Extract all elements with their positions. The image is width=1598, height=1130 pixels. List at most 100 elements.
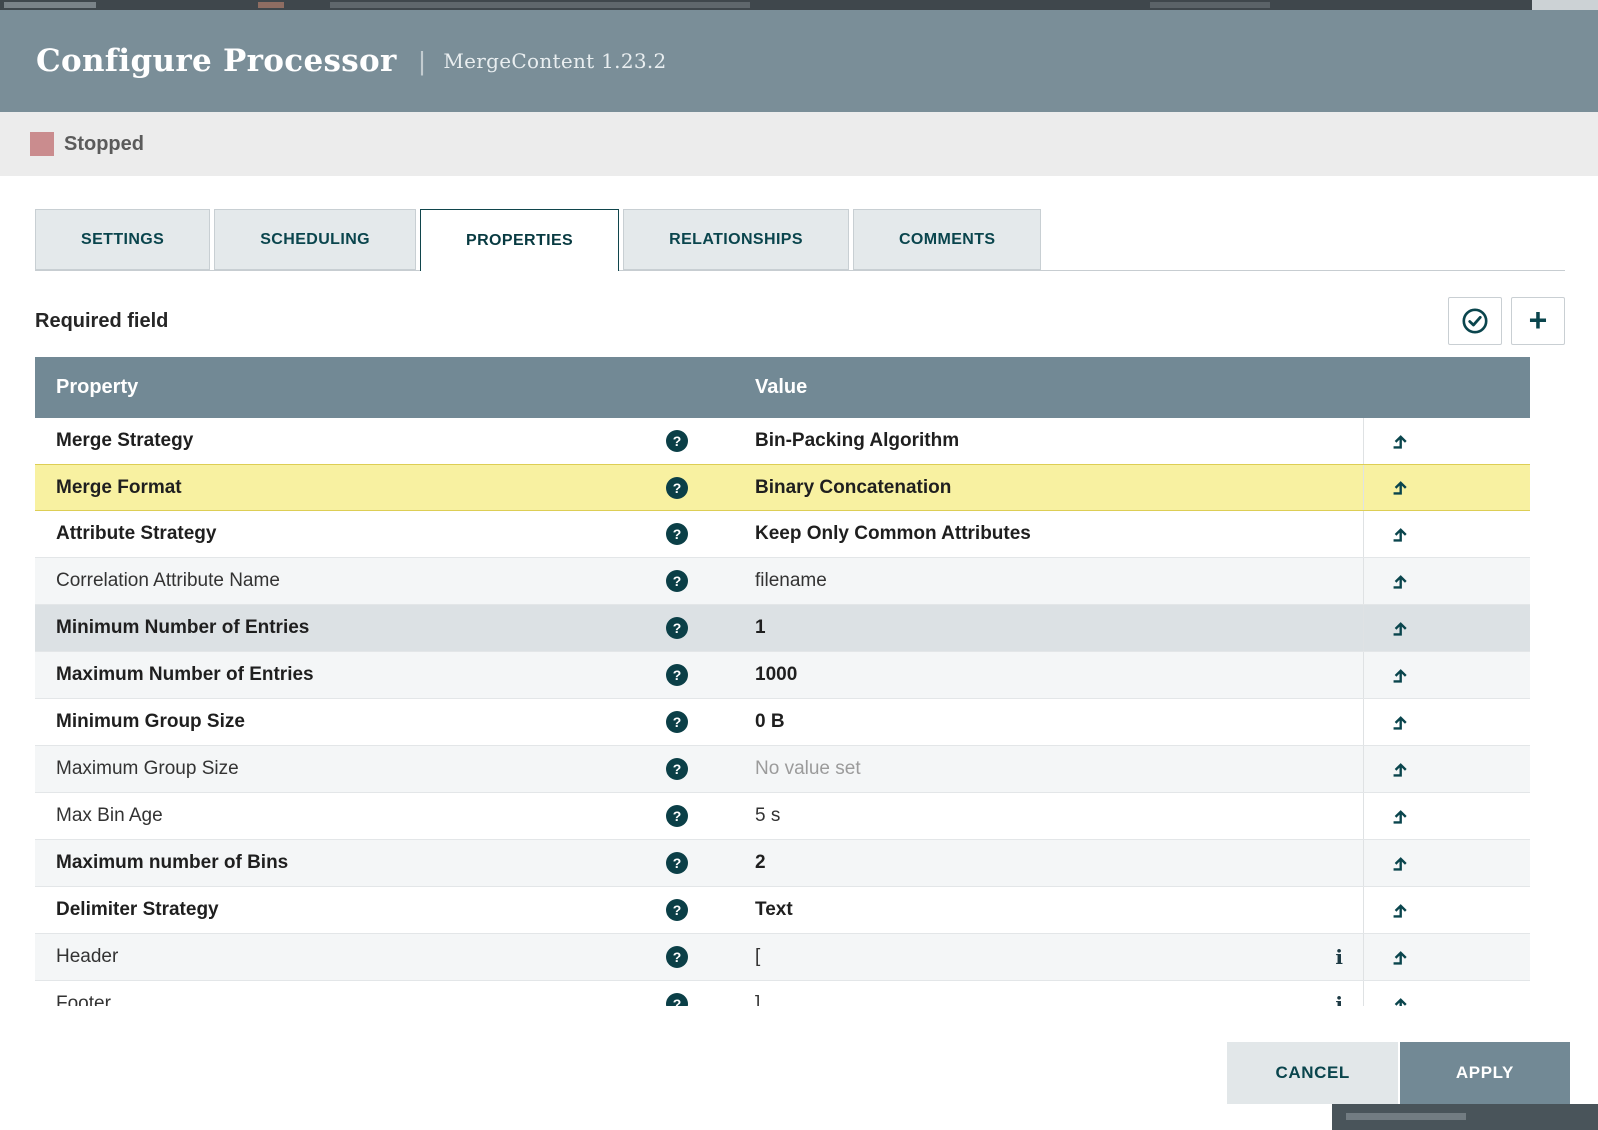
convert-to-parameter-button[interactable]	[1363, 699, 1530, 745]
help-icon[interactable]: ?	[666, 523, 688, 545]
property-name: Merge Format	[56, 477, 182, 499]
convert-to-parameter-button[interactable]	[1363, 558, 1530, 604]
level-up-arrow-icon	[1390, 854, 1409, 873]
configure-processor-dialog: Configure Processor | MergeContent 1.23.…	[0, 10, 1598, 1130]
apply-button[interactable]: APPLY	[1400, 1042, 1570, 1104]
property-value: Text	[755, 899, 793, 921]
property-name: Attribute Strategy	[56, 523, 216, 545]
property-value: 1	[755, 617, 766, 639]
column-header-property: Property	[35, 376, 720, 399]
convert-to-parameter-button[interactable]	[1363, 887, 1530, 933]
help-icon[interactable]: ?	[666, 711, 688, 733]
tab-label: RELATIONSHIPS	[669, 231, 803, 249]
help-icon[interactable]: ?	[666, 430, 688, 452]
tab-scheduling[interactable]: SCHEDULING	[214, 209, 416, 270]
table-row[interactable]: Header ? [ i	[35, 934, 1530, 981]
stopped-status-icon	[30, 132, 54, 156]
table-row[interactable]: Maximum Group Size ? No value set	[35, 746, 1530, 793]
plus-icon: +	[1529, 304, 1548, 336]
tab-relationships[interactable]: RELATIONSHIPS	[623, 209, 849, 270]
add-property-button[interactable]: +	[1511, 297, 1565, 345]
property-value: 2	[755, 852, 766, 874]
property-value: No value set	[755, 758, 861, 780]
background-canvas-fragment	[1332, 1104, 1598, 1130]
convert-to-parameter-button[interactable]	[1363, 981, 1530, 1006]
title-separator: |	[419, 46, 426, 77]
table-row[interactable]: Correlation Attribute Name ? filename	[35, 558, 1530, 605]
property-value: 0 B	[755, 711, 785, 733]
convert-to-parameter-button[interactable]	[1363, 934, 1530, 980]
level-up-arrow-icon	[1390, 432, 1409, 451]
convert-to-parameter-button[interactable]	[1363, 652, 1530, 698]
help-icon[interactable]: ?	[666, 664, 688, 686]
table-row[interactable]: Attribute Strategy ? Keep Only Common At…	[35, 511, 1530, 558]
property-value: Bin-Packing Algorithm	[755, 430, 959, 452]
table-rows: Merge Strategy ? Bin-Packing Algorithm M…	[35, 418, 1530, 1006]
level-up-arrow-icon	[1390, 760, 1409, 779]
level-up-arrow-icon	[1390, 901, 1409, 920]
background-fragment	[258, 2, 284, 8]
property-name: Correlation Attribute Name	[56, 570, 280, 592]
convert-to-parameter-button[interactable]	[1363, 746, 1530, 792]
level-up-arrow-icon	[1390, 807, 1409, 826]
property-value: 1000	[755, 664, 797, 686]
table-row[interactable]: Maximum number of Bins ? 2	[35, 840, 1530, 887]
table-row[interactable]: Delimiter Strategy ? Text	[35, 887, 1530, 934]
level-up-arrow-icon	[1390, 713, 1409, 732]
help-icon[interactable]: ?	[666, 899, 688, 921]
level-up-arrow-icon	[1390, 948, 1409, 967]
verify-properties-button[interactable]	[1448, 297, 1502, 345]
table-row[interactable]: Maximum Number of Entries ? 1000	[35, 652, 1530, 699]
table-row[interactable]: Max Bin Age ? 5 s	[35, 793, 1530, 840]
tab-settings[interactable]: SETTINGS	[35, 209, 210, 270]
convert-to-parameter-button[interactable]	[1363, 840, 1530, 886]
property-value: filename	[755, 570, 827, 592]
tab-comments[interactable]: COMMENTS	[853, 209, 1042, 270]
property-value: Binary Concatenation	[755, 477, 951, 499]
tab-bar: SETTINGS SCHEDULING PROPERTIES RELATIONS…	[35, 209, 1565, 271]
property-name: Minimum Number of Entries	[56, 617, 309, 639]
convert-to-parameter-button[interactable]	[1363, 465, 1530, 510]
table-row[interactable]: Merge Strategy ? Bin-Packing Algorithm	[35, 418, 1530, 465]
table-row[interactable]: Footer ? ] i	[35, 981, 1530, 1006]
status-bar: Stopped	[0, 112, 1598, 176]
info-icon[interactable]: i	[1335, 992, 1343, 1006]
table-scroll-viewport[interactable]: Merge Strategy ? Bin-Packing Algorithm M…	[35, 418, 1530, 1006]
property-name: Footer	[56, 993, 111, 1006]
convert-to-parameter-button[interactable]	[1363, 511, 1530, 557]
property-value: 5 s	[755, 805, 780, 827]
property-name: Delimiter Strategy	[56, 899, 219, 921]
help-icon[interactable]: ?	[666, 993, 688, 1006]
help-icon[interactable]: ?	[666, 946, 688, 968]
tab-label: COMMENTS	[899, 231, 996, 249]
convert-to-parameter-button[interactable]	[1363, 418, 1530, 464]
tab-label: PROPERTIES	[466, 232, 573, 250]
help-icon[interactable]: ?	[666, 477, 688, 499]
help-icon[interactable]: ?	[666, 617, 688, 639]
level-up-arrow-icon	[1390, 619, 1409, 638]
property-name: Maximum number of Bins	[56, 852, 288, 874]
help-icon[interactable]: ?	[666, 570, 688, 592]
background-app-toolbar-fragment	[0, 0, 1598, 10]
level-up-arrow-icon	[1390, 525, 1409, 544]
convert-to-parameter-button[interactable]	[1363, 793, 1530, 839]
check-circle-icon	[1461, 307, 1489, 335]
help-icon[interactable]: ?	[666, 758, 688, 780]
property-value: [	[755, 946, 760, 968]
info-icon[interactable]: i	[1335, 945, 1343, 969]
help-icon[interactable]: ?	[666, 805, 688, 827]
properties-table: Property Value Merge Strategy ? Bin-Pack…	[35, 357, 1530, 1006]
table-row[interactable]: Merge Format ? Binary Concatenation	[35, 464, 1530, 511]
table-row[interactable]: Minimum Number of Entries ? 1	[35, 605, 1530, 652]
property-name: Max Bin Age	[56, 805, 163, 827]
tab-label: SETTINGS	[81, 231, 164, 249]
column-header-value: Value	[720, 376, 1363, 399]
cancel-button[interactable]: CANCEL	[1227, 1042, 1397, 1104]
required-field-label: Required field	[35, 310, 168, 333]
level-up-arrow-icon	[1390, 666, 1409, 685]
property-value: Keep Only Common Attributes	[755, 523, 1031, 545]
convert-to-parameter-button[interactable]	[1363, 605, 1530, 651]
tab-properties[interactable]: PROPERTIES	[420, 209, 619, 271]
help-icon[interactable]: ?	[666, 852, 688, 874]
table-row[interactable]: Minimum Group Size ? 0 B	[35, 699, 1530, 746]
